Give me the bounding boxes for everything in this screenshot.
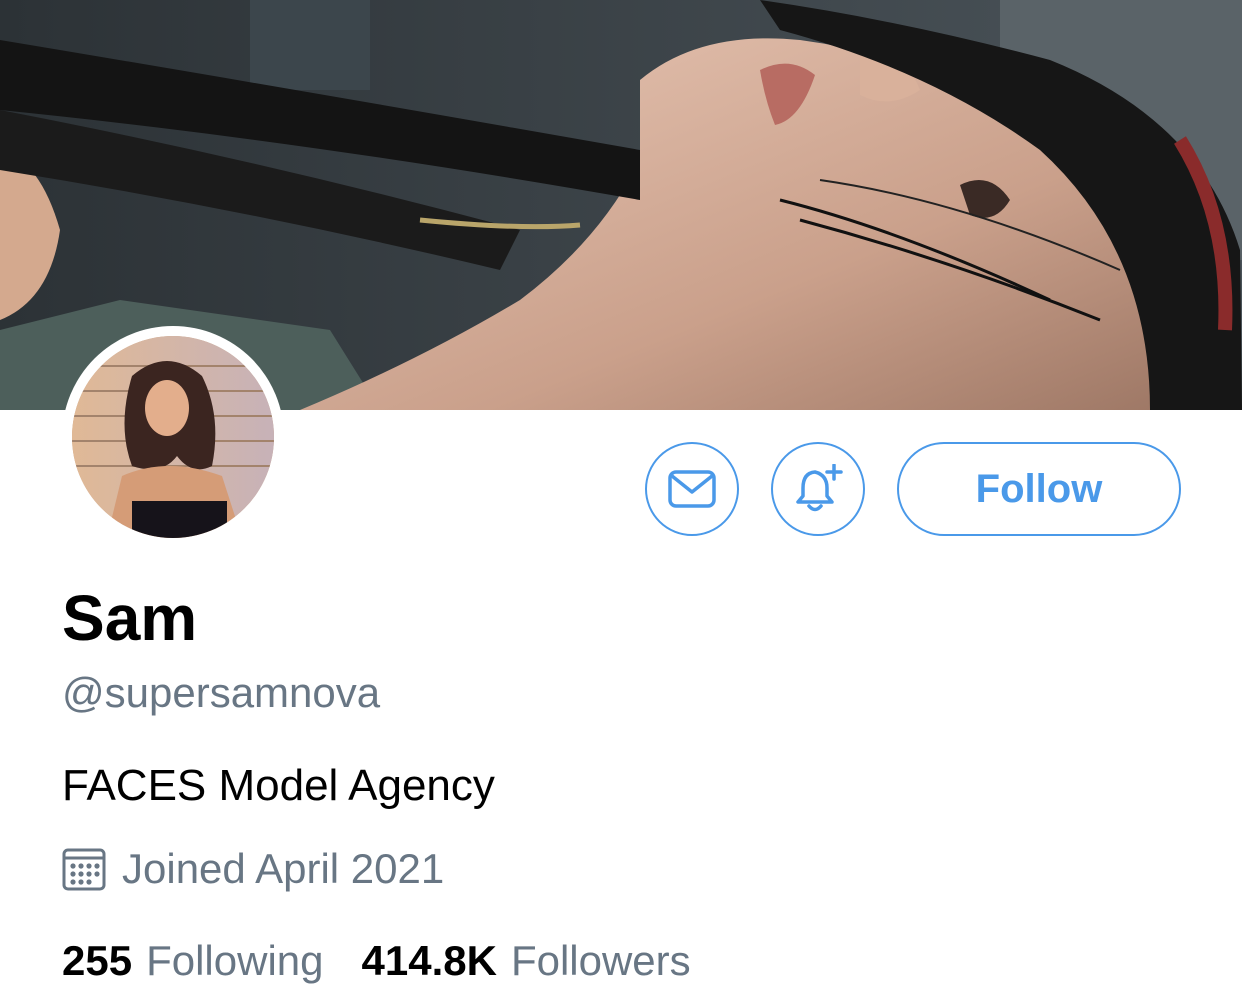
bell-plus-icon [793, 464, 843, 514]
following-count: 255 [62, 937, 133, 984]
followers-stat[interactable]: 414.8K Followers [362, 935, 691, 987]
joined-date: Joined April 2021 [62, 843, 444, 895]
user-handle: @supersamnova [62, 669, 381, 716]
display-name: Sam [62, 582, 198, 654]
calendar-icon [62, 847, 106, 891]
profile-avatar[interactable] [62, 326, 284, 548]
joined-text: Joined April 2021 [122, 845, 445, 892]
profile-bio: FACES Model Agency [62, 761, 495, 810]
avatar-photo [72, 336, 274, 538]
follow-button[interactable]: Follow [897, 442, 1181, 536]
followers-label: Followers [510, 937, 691, 984]
notification-button[interactable] [771, 442, 865, 536]
envelope-icon [668, 470, 716, 508]
followers-count: 414.8K [361, 937, 497, 984]
following-label: Following [146, 937, 324, 984]
message-button[interactable] [645, 442, 739, 536]
following-stat[interactable]: 255 Following [62, 935, 324, 987]
profile-page: Follow Sam @supersamnova FACES Model Age… [0, 0, 1242, 1006]
profile-stats: 255 Following 414.8K Followers [62, 935, 691, 987]
